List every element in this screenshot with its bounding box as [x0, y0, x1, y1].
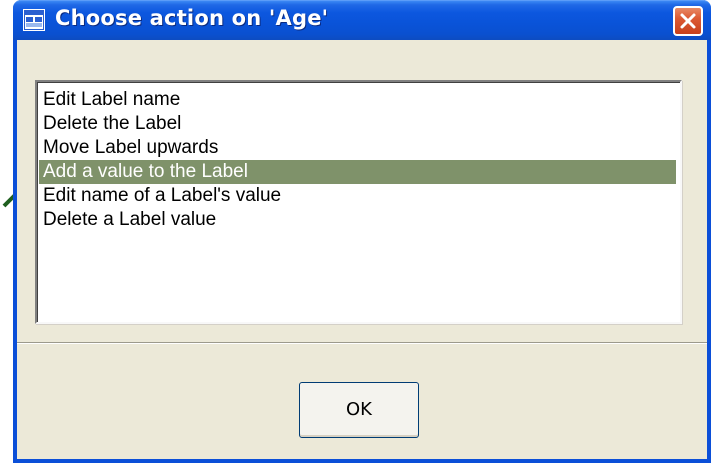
list-item-edit-value-name[interactable]: Edit name of a Label's value: [39, 184, 281, 208]
window-app-icon: [23, 9, 45, 31]
list-item-move-label-upwards[interactable]: Move Label upwards: [39, 136, 218, 160]
list-item-edit-label-name[interactable]: Edit Label name: [39, 88, 180, 112]
action-listbox[interactable]: Edit Label name Delete the Label Move La…: [35, 80, 682, 324]
divider: [17, 342, 707, 344]
list-item-add-value-selected[interactable]: Add a value to the Label: [39, 160, 676, 184]
list-item-delete-label[interactable]: Delete the Label: [39, 112, 181, 136]
title-bar[interactable]: Choose action on 'Age': [13, 0, 711, 40]
close-button[interactable]: [673, 6, 703, 36]
window-title: Choose action on 'Age': [55, 6, 329, 30]
ok-button[interactable]: OK: [299, 382, 419, 438]
list-item-delete-label-value[interactable]: Delete a Label value: [39, 208, 216, 232]
dialog-window: Choose action on 'Age' Edit Label name D…: [13, 0, 711, 463]
close-icon: [680, 13, 696, 29]
